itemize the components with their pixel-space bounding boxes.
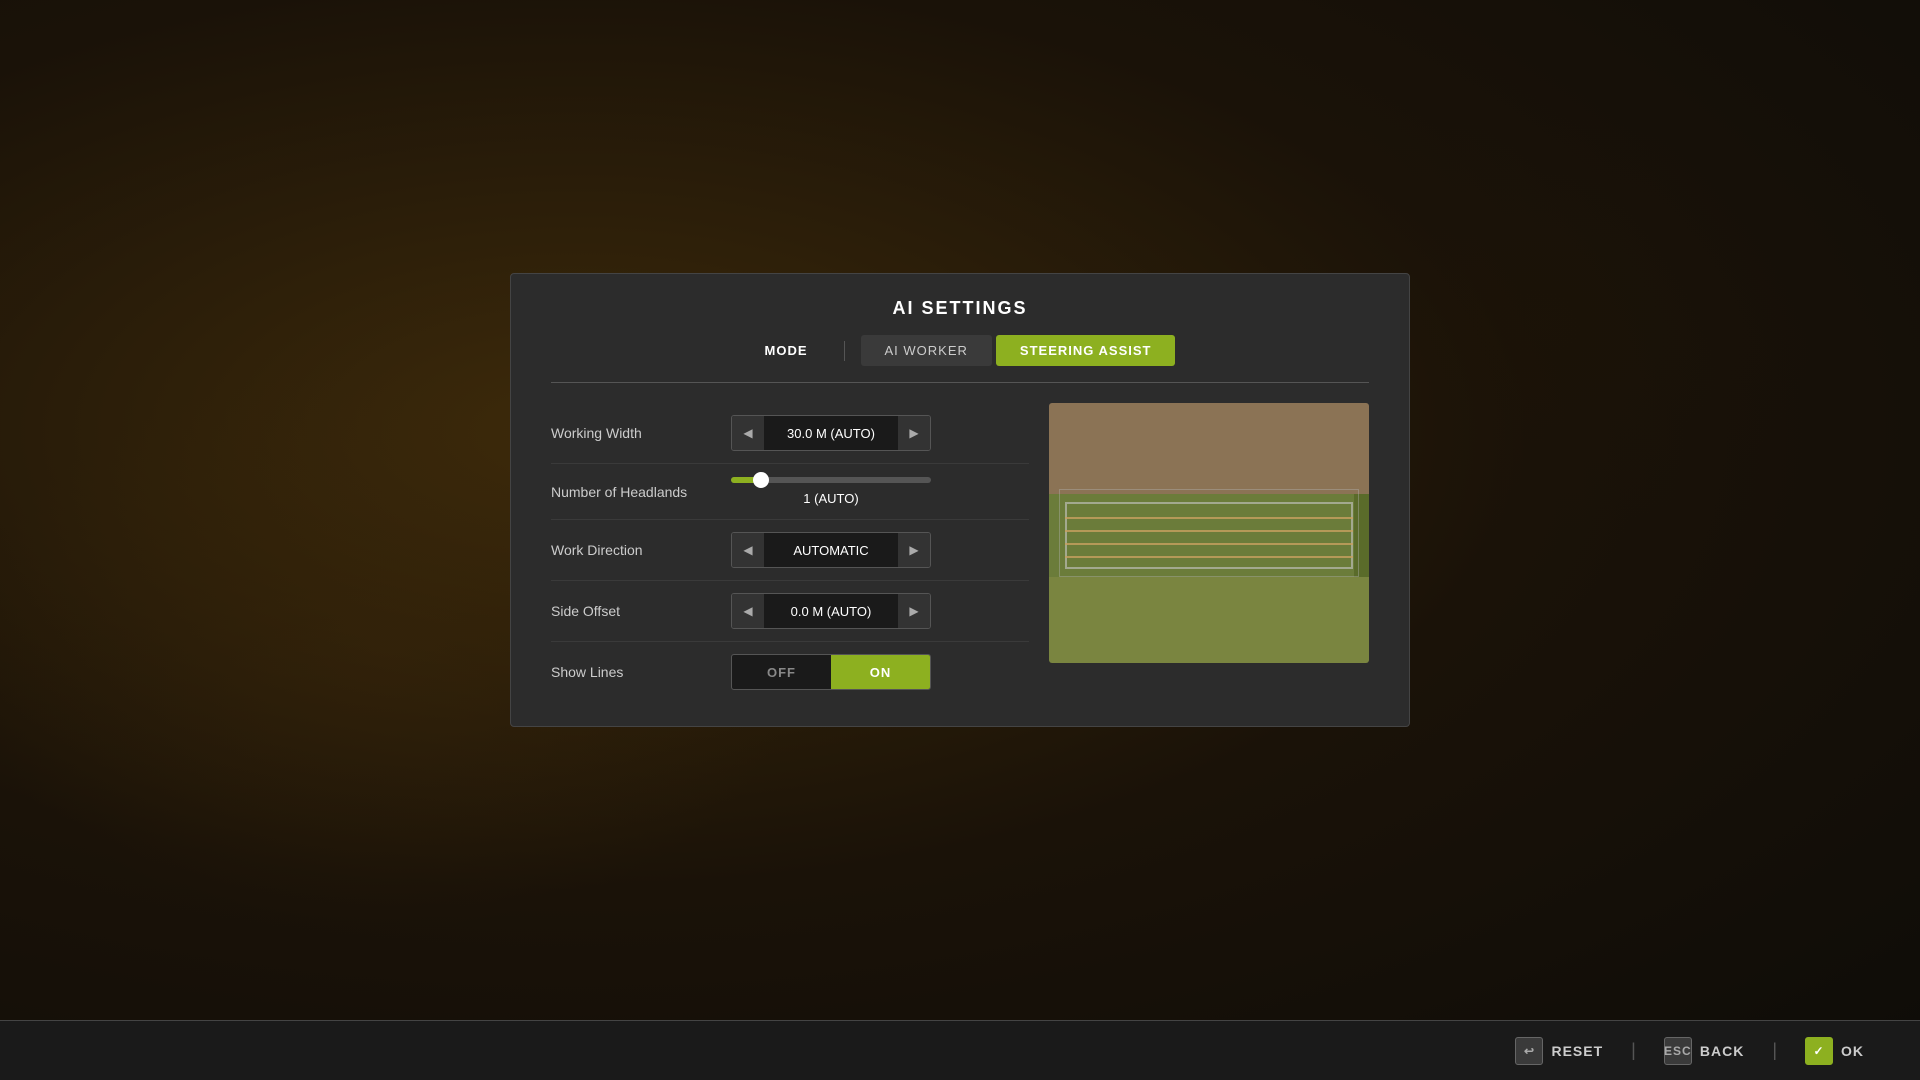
field-background	[1049, 403, 1369, 663]
separator-1: |	[1631, 1040, 1636, 1061]
field-line-1	[1065, 517, 1353, 519]
back-button[interactable]: ESC BACK	[1648, 1029, 1760, 1073]
work-direction-value: AUTOMATIC	[764, 543, 898, 558]
working-width-value: 30.0 M (AUTO)	[764, 426, 898, 441]
show-lines-toggle: OFF ON	[731, 654, 931, 690]
back-label: BACK	[1700, 1043, 1744, 1059]
show-lines-off[interactable]: OFF	[732, 655, 831, 689]
work-direction-decrease[interactable]: ◀	[732, 533, 764, 567]
tabs-separator	[844, 341, 845, 361]
working-width-increase[interactable]: ▶	[898, 416, 930, 450]
side-offset-increase[interactable]: ▶	[898, 594, 930, 628]
field-line-2	[1065, 530, 1353, 532]
field-line-3	[1065, 543, 1353, 545]
side-offset-value: 0.0 M (AUTO)	[764, 604, 898, 619]
tab-ai-worker[interactable]: AI WORKER	[861, 335, 992, 366]
show-lines-on[interactable]: ON	[831, 655, 930, 689]
working-width-arrow-control: ◀ 30.0 M (AUTO) ▶	[731, 415, 931, 451]
working-width-decrease[interactable]: ◀	[732, 416, 764, 450]
headlands-slider-value: 1 (AUTO)	[731, 491, 931, 506]
side-offset-control: ◀ 0.0 M (AUTO) ▶	[731, 593, 1029, 629]
tab-mode[interactable]: MODE	[745, 335, 828, 366]
work-direction-row: Work Direction ◀ AUTOMATIC ▶	[551, 520, 1029, 581]
work-direction-increase[interactable]: ▶	[898, 533, 930, 567]
show-lines-row: Show Lines OFF ON	[551, 642, 1029, 702]
field-top-section	[1049, 403, 1369, 494]
ok-icon: ✓	[1805, 1037, 1833, 1065]
field-inner-box	[1065, 502, 1353, 570]
ok-label: OK	[1841, 1043, 1864, 1059]
show-lines-control: OFF ON	[731, 654, 1029, 690]
work-direction-arrow-control: ◀ AUTOMATIC ▶	[731, 532, 931, 568]
field-bottom-section	[1049, 577, 1369, 663]
working-width-control: ◀ 30.0 M (AUTO) ▶	[731, 415, 1029, 451]
headlands-slider-thumb[interactable]	[753, 472, 769, 488]
field-preview	[1049, 403, 1369, 663]
headlands-control: 1 (AUTO)	[731, 477, 1029, 506]
tabs-row: MODE AI WORKER STEERING ASSIST	[551, 335, 1369, 383]
work-direction-label: Work Direction	[551, 542, 731, 558]
side-offset-arrow-control: ◀ 0.0 M (AUTO) ▶	[731, 593, 931, 629]
show-lines-label: Show Lines	[551, 664, 731, 680]
preview-panel	[1049, 403, 1369, 702]
tab-steering-assist[interactable]: STEERING ASSIST	[996, 335, 1176, 366]
headlands-row: Number of Headlands 1 (AUTO)	[551, 464, 1029, 520]
dialog-body: Working Width ◀ 30.0 M (AUTO) ▶ Number o…	[511, 383, 1409, 726]
headlands-label: Number of Headlands	[551, 484, 731, 500]
dialog-title: AI SETTINGS	[511, 274, 1409, 335]
bottom-bar: ↩ RESET | ESC BACK | ✓ OK	[0, 1020, 1920, 1080]
separator-2: |	[1772, 1040, 1777, 1061]
working-width-row: Working Width ◀ 30.0 M (AUTO) ▶	[551, 403, 1029, 464]
esc-icon: ESC	[1664, 1037, 1692, 1065]
field-line-4	[1065, 556, 1353, 558]
headlands-slider-track[interactable]	[731, 477, 931, 483]
headlands-slider-container: 1 (AUTO)	[731, 477, 931, 506]
settings-panel: Working Width ◀ 30.0 M (AUTO) ▶ Number o…	[551, 403, 1029, 702]
side-offset-decrease[interactable]: ◀	[732, 594, 764, 628]
reset-label: RESET	[1551, 1043, 1603, 1059]
working-width-label: Working Width	[551, 425, 731, 441]
reset-icon: ↩	[1515, 1037, 1543, 1065]
ok-button[interactable]: ✓ OK	[1789, 1029, 1880, 1073]
reset-button[interactable]: ↩ RESET	[1499, 1029, 1619, 1073]
ai-settings-dialog: AI SETTINGS MODE AI WORKER STEERING ASSI…	[510, 273, 1410, 727]
side-offset-label: Side Offset	[551, 603, 731, 619]
work-direction-control: ◀ AUTOMATIC ▶	[731, 532, 1029, 568]
side-offset-row: Side Offset ◀ 0.0 M (AUTO) ▶	[551, 581, 1029, 642]
